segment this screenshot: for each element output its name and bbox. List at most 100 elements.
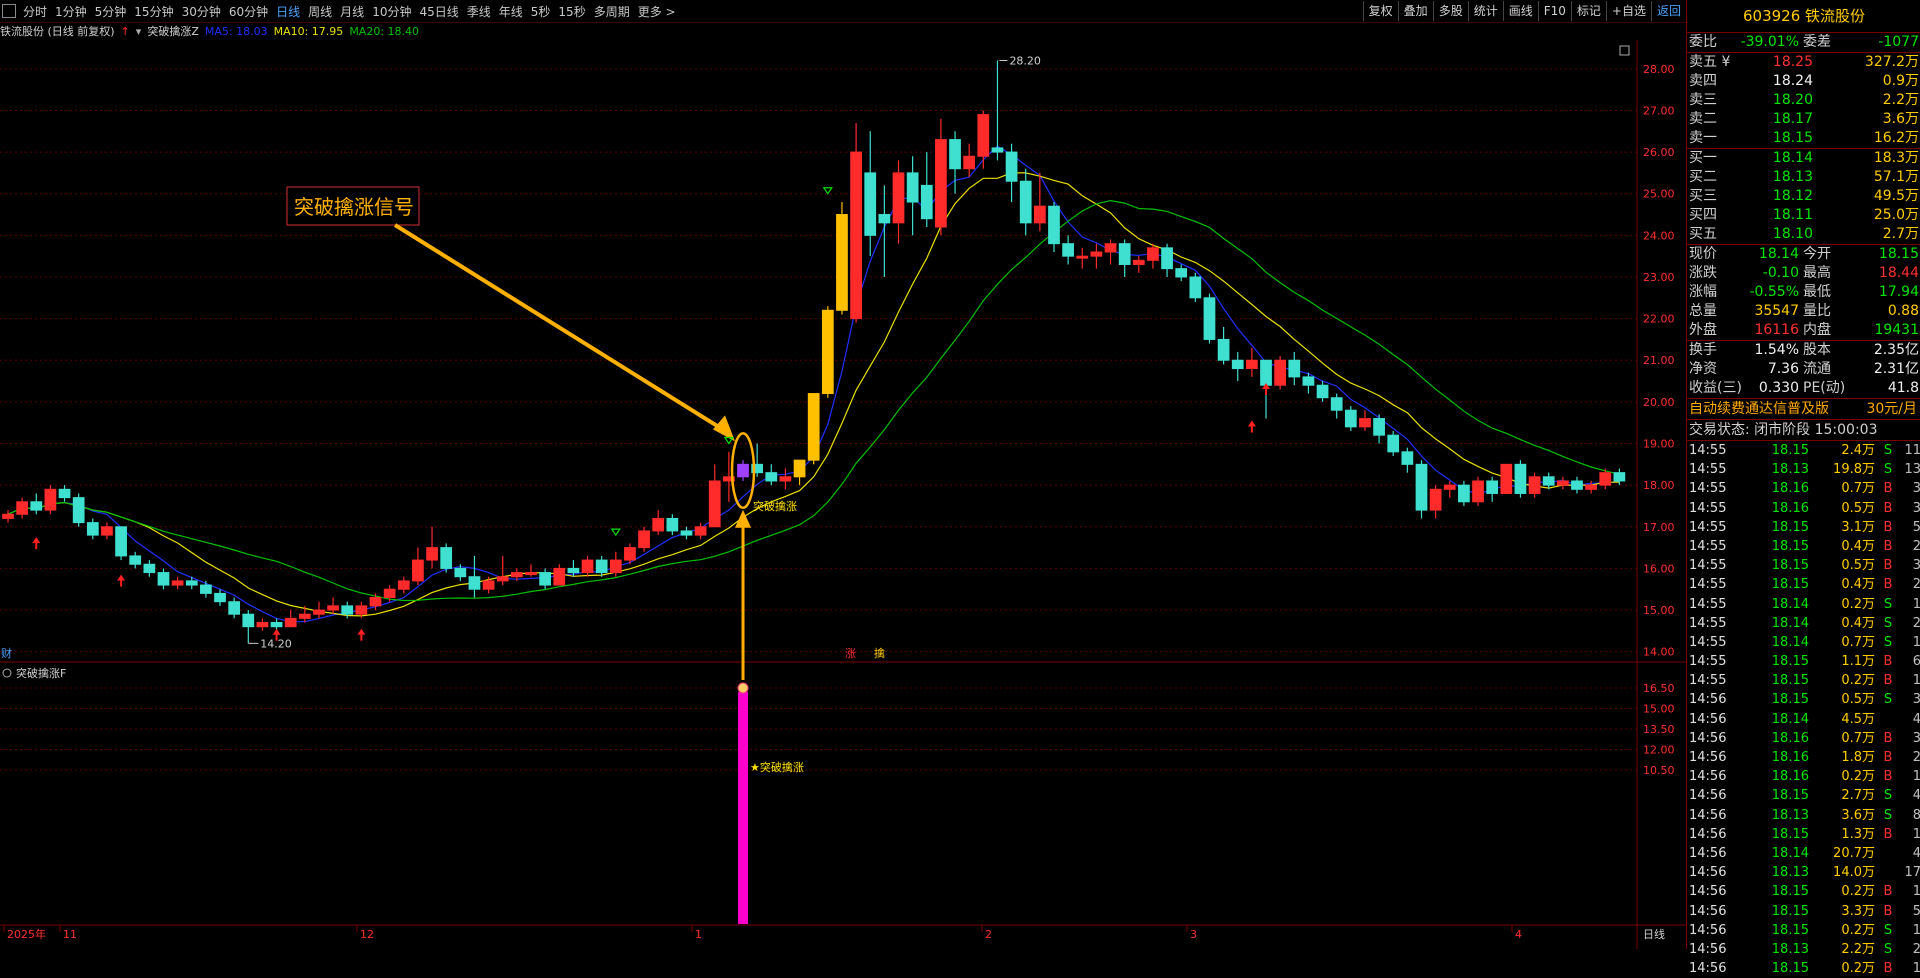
tick-time: 14:56 xyxy=(1689,730,1727,746)
candle-body xyxy=(72,497,85,524)
x-axis-label: 12 xyxy=(360,928,374,941)
toolbar-button-2[interactable]: 多股 xyxy=(1432,1,1468,21)
tick-time: 14:56 xyxy=(1689,711,1727,727)
buy-arrow-icon xyxy=(32,537,41,544)
tab-0[interactable]: 分时 xyxy=(19,3,51,20)
tick-count: 13 xyxy=(1904,462,1920,478)
tick-count: 2 xyxy=(1912,941,1920,957)
bid-row[interactable]: 买四 18.11 25.0万 xyxy=(1687,206,1920,225)
tick-side: B xyxy=(1883,481,1893,497)
x-axis-corner: 日线 xyxy=(1643,927,1665,941)
bid-row[interactable]: 买二 18.13 57.1万 xyxy=(1687,168,1920,187)
kline-chart[interactable]: 28.00 27.00 26.00 25.00 24.00 23.00 22.00 21.00… xyxy=(0,40,1686,949)
ask-row[interactable]: 卖三 18.20 2.2万 xyxy=(1687,91,1920,110)
tick-time: 14:56 xyxy=(1689,845,1727,861)
toolbar-button-0[interactable]: 复权 xyxy=(1362,1,1398,21)
tab-7[interactable]: 周线 xyxy=(304,3,336,20)
buy-arrow-icon xyxy=(357,628,366,635)
bid-volume: 2.7万 xyxy=(1882,226,1919,242)
indicator-dropdown-icon[interactable]: ▾ xyxy=(136,25,142,38)
toolbar-button-5[interactable]: F10 xyxy=(1537,1,1571,21)
tab-6[interactable]: 日线 xyxy=(272,3,304,20)
bid-row[interactable]: 买一 18.14 18.3万 xyxy=(1687,149,1920,168)
tab-2[interactable]: 5分钟 xyxy=(91,3,131,20)
tab-4[interactable]: 30分钟 xyxy=(178,3,225,20)
tab-15[interactable]: 多周期 xyxy=(590,3,634,20)
tick-time: 14:56 xyxy=(1689,750,1727,765)
tick-row: 14:55 18.15 2.4万 S 11 xyxy=(1687,441,1920,460)
tick-side: B xyxy=(1883,750,1893,765)
candle-body xyxy=(1387,434,1400,453)
sub-dropdown-icon xyxy=(2,668,12,678)
ad-banner[interactable]: 自动续费通达信普及版 30元/月 xyxy=(1687,399,1920,420)
tick-side: B xyxy=(1883,961,1893,977)
tab-9[interactable]: 10分钟 xyxy=(368,3,415,20)
signal-dot-icon xyxy=(737,682,749,694)
bid-row[interactable]: 买五 18.10 2.7万 xyxy=(1687,225,1920,244)
candle-body xyxy=(129,555,142,565)
tick-row: 14:56 18.15 3.3万 B 5 xyxy=(1687,902,1920,921)
tick-side xyxy=(1875,844,1901,863)
candle-body xyxy=(1288,359,1301,378)
candle-body xyxy=(652,517,665,532)
tab-5[interactable]: 60分钟 xyxy=(225,3,272,20)
toolbar-right-buttons: 复权 叠加 多股 统计 画线 F10 标记 +自选 返回 xyxy=(1362,0,1686,22)
tick-price: 18.15 xyxy=(1771,903,1809,919)
price-tick-label: 20.00 xyxy=(1643,396,1675,409)
candle-body xyxy=(1175,268,1188,278)
sub-tick-label: 16.50 xyxy=(1643,682,1675,695)
menu-icon[interactable] xyxy=(2,4,16,18)
green-arrow-icon xyxy=(822,187,833,195)
tab-3[interactable]: 15分钟 xyxy=(130,3,177,20)
tick-price: 18.15 xyxy=(1771,654,1809,670)
price-tick-label: 28.00 xyxy=(1643,63,1675,76)
tick-time: 14:56 xyxy=(1689,769,1727,785)
indicator-name[interactable]: 突破擒涨Z xyxy=(147,23,199,39)
ask-volume: 0.9万 xyxy=(1882,73,1919,89)
candle-body xyxy=(496,576,509,582)
ask-row[interactable]: 卖一 18.15 16.2万 xyxy=(1687,129,1920,148)
tick-side: B xyxy=(1883,673,1893,689)
ask-row[interactable]: 卖二 18.17 3.6万 xyxy=(1687,110,1920,129)
x-axis-label: 11 xyxy=(63,928,77,941)
toolbar-button-3[interactable]: 统计 xyxy=(1467,1,1503,21)
candle-body xyxy=(737,463,749,478)
toolbar-button-6[interactable]: 标记 xyxy=(1570,1,1606,21)
candle-body xyxy=(525,572,537,576)
tick-row: 14:56 18.13 3.6万 S 8 xyxy=(1687,806,1920,825)
candle-body xyxy=(539,572,551,586)
toolbar-button-1[interactable]: 叠加 xyxy=(1397,1,1433,21)
tick-price: 18.15 xyxy=(1771,922,1809,938)
tab-11[interactable]: 季线 xyxy=(463,3,495,20)
tab-1[interactable]: 1分钟 xyxy=(51,3,91,20)
tick-row: 14:55 18.15 0.5万 B 3 xyxy=(1687,556,1920,575)
ask-label: 卖一 xyxy=(1689,130,1717,146)
toolbar-button-7[interactable]: +自选 xyxy=(1605,1,1651,21)
tab-12[interactable]: 年线 xyxy=(495,3,527,20)
tab-8[interactable]: 月线 xyxy=(336,3,368,20)
candle-body xyxy=(1486,480,1499,494)
tab-13[interactable]: 5秒 xyxy=(527,3,555,20)
stat-label: 收益(三) xyxy=(1689,380,1742,396)
tick-list[interactable]: 14:55 18.15 2.4万 S 11 14:55 18.13 19.8万 S 13 14:55… xyxy=(1687,441,1920,978)
tab-16[interactable]: 更多 > xyxy=(634,3,680,20)
ask-row[interactable]: 卖五 ¥ 18.25 327.2万 xyxy=(1687,53,1920,72)
tick-side: B xyxy=(1883,538,1893,554)
tick-volume: 1.3万 xyxy=(1841,826,1875,842)
tick-side: S xyxy=(1883,634,1893,650)
tab-14[interactable]: 15秒 xyxy=(554,3,589,20)
tick-count: 17 xyxy=(1904,865,1920,881)
candle-body xyxy=(16,501,29,515)
bid-row[interactable]: 买三 18.12 49.5万 xyxy=(1687,187,1920,206)
quote-panel: 603926 铁流股份 委比 -39.01% 委差 -1077 卖五 ¥ 18.2… xyxy=(1686,0,1920,976)
quote-title[interactable]: 603926 铁流股份 xyxy=(1687,0,1920,33)
toolbar-button-4[interactable]: 画线 xyxy=(1502,1,1538,21)
toolbar-button-8[interactable]: 返回 xyxy=(1650,1,1686,21)
candle-body xyxy=(270,622,283,628)
stat-row: 现价 18.14 今开 18.15 xyxy=(1687,245,1920,264)
tab-10[interactable]: 45日线 xyxy=(415,3,462,20)
zhang-mark: 涨 xyxy=(845,647,856,660)
ask-row[interactable]: 卖四 18.24 0.9万 xyxy=(1687,72,1920,91)
tick-time: 14:55 xyxy=(1689,577,1727,593)
tick-count: 3 xyxy=(1912,692,1920,708)
